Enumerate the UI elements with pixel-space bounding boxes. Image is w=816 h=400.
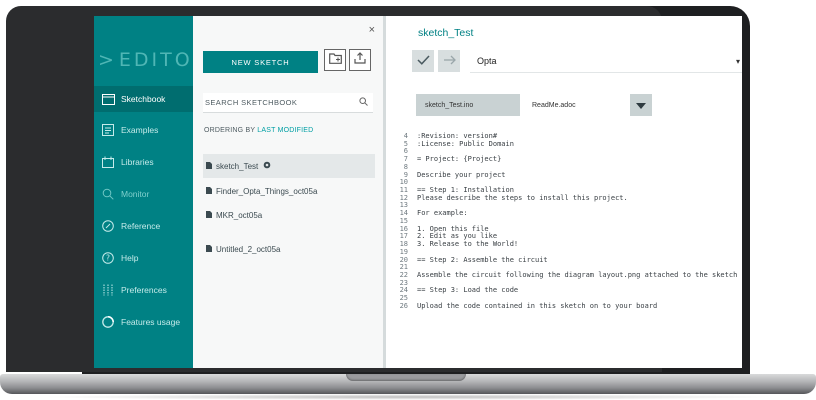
editor-toolbar: Opta ▾: [412, 50, 742, 73]
sidebar-item-label: Reference: [121, 221, 161, 231]
line-number: 26: [399, 301, 408, 310]
sketch-item[interactable]: Finder_Opta_Things_oct05a: [203, 179, 375, 203]
sketch-name: MKR_oct05a: [216, 210, 263, 220]
ordering-label: ORDERING BY LAST MODIFIED: [204, 127, 313, 134]
line-text: For example:: [417, 209, 468, 218]
file-icon: [206, 186, 212, 196]
sidebar-item-label: Preferences: [121, 285, 167, 295]
code-line: 8: [386, 162, 742, 171]
code-line: 9 Describe your project: [386, 170, 742, 179]
sketch-item[interactable]: Untitled_2_oct05a: [203, 237, 375, 261]
chevron-down-icon: [636, 96, 646, 114]
code-line: 5:License: Public Domain: [386, 139, 742, 148]
tab-menu-button[interactable]: [630, 94, 652, 116]
line-text: Describe your project: [417, 170, 506, 179]
search-icon: [101, 187, 115, 201]
sidebar-item-label: Help: [121, 253, 139, 263]
new-sketch-button[interactable]: NEW SKETCH: [203, 51, 318, 73]
sidebar-item-preferences[interactable]: Preferences: [94, 277, 193, 303]
code-line: 26 Upload the code contained in this sket…: [386, 301, 742, 310]
check-icon: [416, 52, 430, 70]
file-icon: [206, 210, 212, 220]
file-icon: [206, 244, 212, 254]
sidebar-item-label: Monitor: [121, 189, 150, 199]
arrow-right-icon: [443, 52, 456, 70]
verify-button[interactable]: [412, 50, 434, 72]
close-panel-button[interactable]: ×: [369, 24, 375, 36]
sidebar-item-label: Examples: [121, 125, 159, 135]
line-number: 19: [399, 247, 408, 256]
upload-icon: [354, 51, 366, 69]
sketch-item[interactable]: sketch_Test: [203, 154, 375, 178]
pie-icon: [101, 315, 115, 329]
code-line: 18 3. Release to the World!: [386, 240, 742, 249]
ordering-sort-link[interactable]: LAST MODIFIED: [257, 127, 313, 134]
code-line: 7 = Project: {Project}: [386, 155, 742, 164]
search-sketchbook-input[interactable]: SEARCH SKETCHBOOK: [203, 93, 373, 113]
sketch-item[interactable]: MKR_oct05a: [203, 203, 375, 227]
library-icon: [101, 155, 115, 169]
sidebar-item-reference[interactable]: Reference: [94, 213, 193, 239]
code-line: 12 Please describe the steps to install t…: [386, 193, 742, 202]
editor-area: sketch_Test Opta ▾ sketch_Test.ino ReadM…: [386, 16, 742, 368]
line-text: 3. Release to the World!: [417, 240, 519, 249]
sidebar-item-monitor[interactable]: Monitor: [94, 181, 193, 207]
gear-icon[interactable]: [263, 161, 271, 171]
sidebar-item-examples[interactable]: Examples: [94, 117, 193, 143]
sidebar-item-help[interactable]: ? Help: [94, 245, 193, 271]
sidebar-item-sketchbook[interactable]: Sketchbook: [94, 86, 193, 112]
sliders-icon: [101, 283, 115, 297]
board-selector[interactable]: Opta ▾: [470, 50, 742, 73]
code-line: 22 Assemble the circuit following the dia…: [386, 270, 742, 279]
line-text: Please describe the steps to install thi…: [417, 193, 628, 202]
new-folder-button[interactable]: [324, 49, 346, 71]
folder-icon: [101, 92, 115, 106]
sidebar-item-label: Libraries: [121, 157, 154, 167]
sketch-name: sketch_Test: [216, 161, 259, 171]
new-folder-icon: [328, 51, 342, 69]
file-icon: [206, 161, 212, 171]
tab-sketch-ino[interactable]: sketch_Test.ino: [416, 94, 520, 116]
sidebar-item-libraries[interactable]: Libraries: [94, 149, 193, 175]
ordering-prefix: ORDERING BY: [204, 127, 256, 134]
sidebar-item-label: Features usage: [121, 317, 181, 327]
sketchbook-panel: × NEW SKETCH SEARCH SKETCHBOOK ORDERING …: [193, 16, 383, 368]
laptop-shadow: [40, 394, 776, 400]
sidebar-nav: > EDITOR Sketchbook Examples Libraries Mo…: [94, 16, 206, 368]
sidebar-item-label: Sketchbook: [121, 94, 166, 104]
logo-chevron-icon: >: [98, 49, 117, 71]
line-number: 8: [403, 162, 408, 171]
line-text: Upload the code contained in this sketch…: [417, 301, 658, 310]
board-name: Opta: [477, 56, 497, 66]
laptop-screen: > EDITOR Sketchbook Examples Libraries Mo…: [94, 16, 742, 368]
search-icon: [359, 97, 368, 108]
line-text: == Step 3: Load the code: [417, 286, 519, 295]
examples-icon: [101, 123, 115, 137]
sketch-name: Finder_Opta_Things_oct05a: [216, 186, 318, 196]
line-text: Assemble the circuit following the diagr…: [417, 270, 738, 279]
compass-icon: [101, 219, 115, 233]
sketch-name: Untitled_2_oct05a: [216, 244, 281, 254]
code-line: 19: [386, 247, 742, 256]
line-text: == Step 2: Assemble the circuit: [417, 255, 548, 264]
line-text: :License: Public Domain: [417, 139, 514, 148]
code-line: 14 For example:: [386, 209, 742, 218]
sketch-title: sketch_Test: [418, 27, 474, 39]
code-line: 24 == Step 3: Load the code: [386, 287, 742, 294]
line-text: = Project: {Project}: [417, 155, 502, 164]
laptop-notch: [346, 374, 466, 381]
editor-logo: > EDITOR: [94, 49, 206, 71]
dropdown-caret-icon: ▾: [735, 56, 740, 66]
svg-text:?: ?: [106, 254, 110, 263]
sidebar-item-features-usage[interactable]: Features usage: [94, 309, 193, 335]
help-icon: ?: [101, 251, 115, 265]
code-line: 20 == Step 2: Assemble the circuit: [386, 255, 742, 264]
tab-readme[interactable]: ReadMe.adoc: [522, 94, 628, 116]
code-editor[interactable]: 4:Revision: version# 5:License: Public Do…: [386, 116, 742, 368]
upload-sketch-button[interactable]: [438, 50, 460, 72]
search-placeholder: SEARCH SKETCHBOOK: [205, 98, 298, 107]
upload-button[interactable]: [349, 49, 371, 71]
